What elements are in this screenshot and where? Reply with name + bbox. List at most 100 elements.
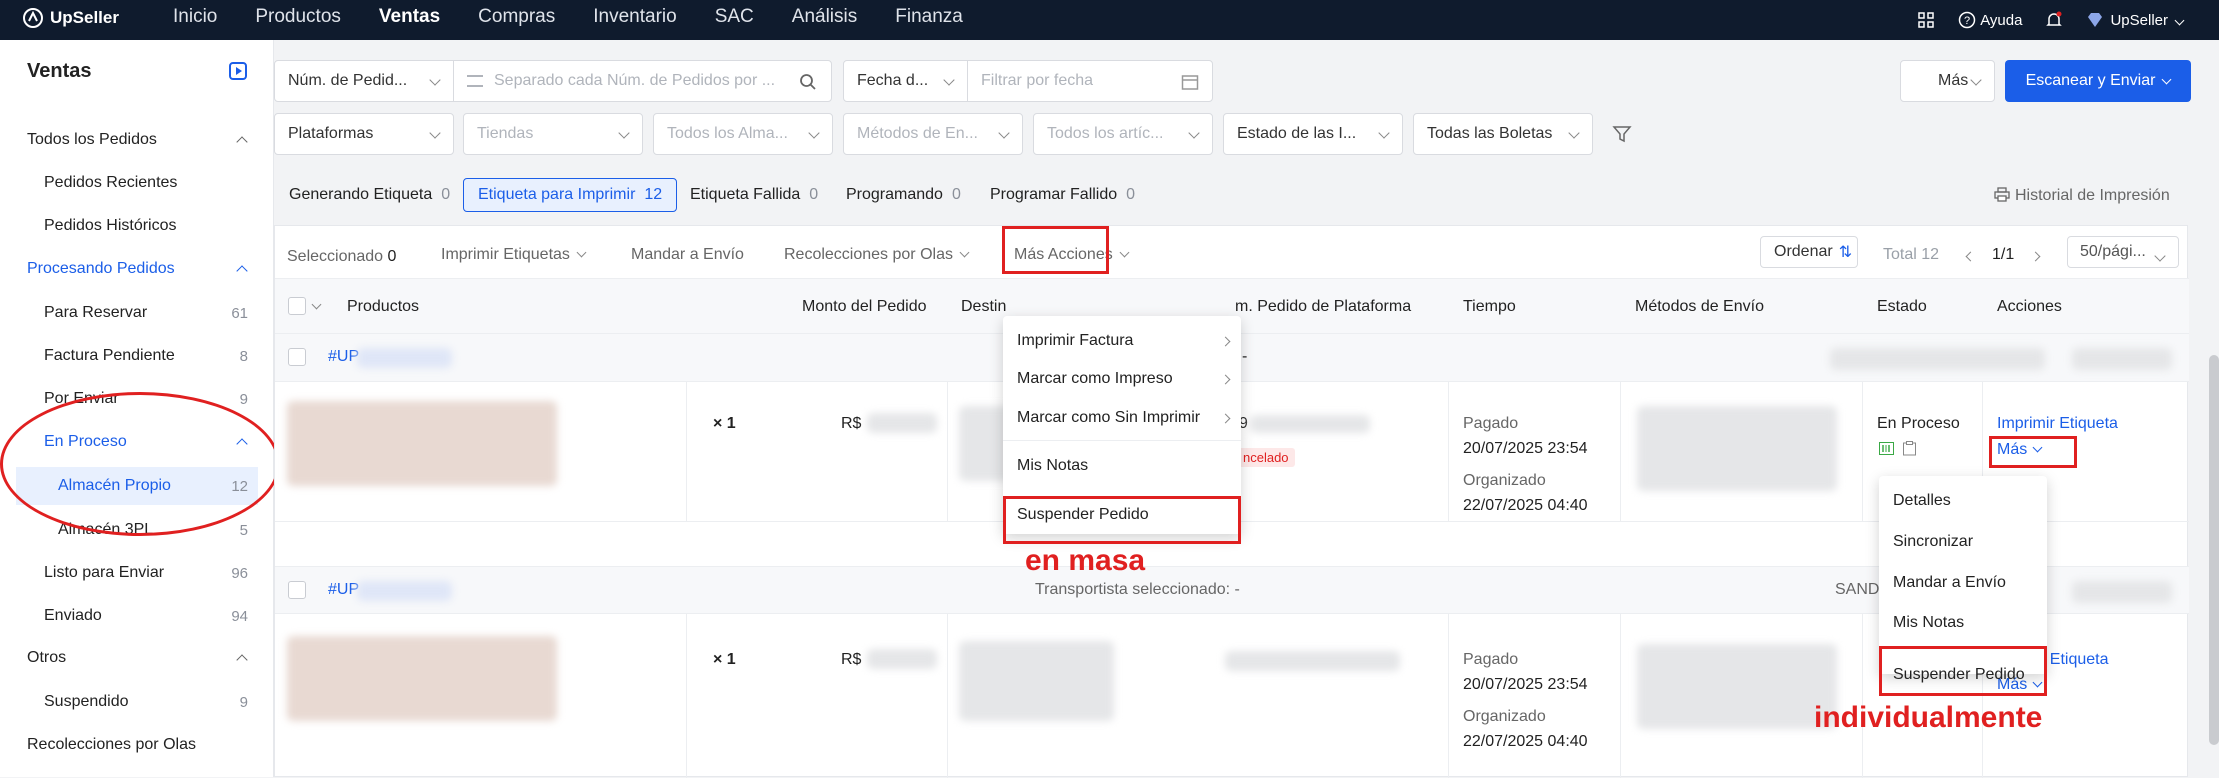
date-type-select[interactable]: Fecha d...	[843, 60, 968, 102]
print-label-link[interactable]: Imprimir Etiqueta	[1997, 415, 2118, 433]
annotation-ellipse	[0, 392, 280, 536]
menu-item-sincronizar[interactable]: Sincronizar	[1893, 533, 1973, 551]
menu-item-imprimir-factura[interactable]: Imprimir Factura	[1017, 332, 1133, 350]
scrollbar[interactable]	[2209, 355, 2219, 745]
filter-icon[interactable]	[1612, 124, 1632, 144]
wave-pickups-dropdown[interactable]: Recolecciones por Olas	[784, 246, 970, 264]
next-page-icon[interactable]	[2030, 251, 2041, 262]
upseller-logo-icon	[23, 8, 43, 28]
print-label-link[interactable]: r Etiqueta	[2040, 651, 2108, 669]
menu-item-mis-notas[interactable]: Mis Notas	[1893, 614, 1964, 632]
menu-item-mandar-envio[interactable]: Mandar a Envío	[1893, 574, 2006, 592]
status-text: En Proceso	[1877, 415, 1960, 432]
chevron-up-icon	[236, 136, 248, 148]
col-metodos-envio: Métodos de Envío	[1635, 298, 1764, 315]
items-select[interactable]: Todos los artíc...	[1033, 113, 1213, 155]
menu-item-marcar-impreso[interactable]: Marcar como Impreso	[1017, 370, 1173, 388]
select-all-checkbox[interactable]	[288, 297, 306, 315]
menu-item-mis-notas[interactable]: Mis Notas	[1017, 457, 1088, 475]
print-labels-dropdown[interactable]: Imprimir Etiquetas	[441, 246, 587, 264]
slips-select[interactable]: Todas las Boletas	[1413, 113, 1593, 155]
order-id-link[interactable]: #UP	[328, 581, 359, 599]
stores-select[interactable]: Tiendas	[463, 113, 643, 155]
nav-compras[interactable]: Compras	[478, 0, 555, 40]
platforms-select[interactable]: Plataformas	[274, 113, 454, 155]
sidebar-item-factura[interactable]: Factura Pendiente 8	[0, 337, 274, 375]
redacted-amount	[867, 413, 937, 433]
nav-productos[interactable]: Productos	[255, 0, 341, 40]
more-dropdown-button[interactable]: Más	[1900, 60, 1995, 102]
collapse-sidebar-icon[interactable]	[229, 62, 247, 80]
currency: R$	[841, 415, 862, 432]
sidebar-item-procesando[interactable]: Procesando Pedidos	[0, 250, 274, 288]
sidebar-item-recientes[interactable]: Pedidos Recientes	[0, 164, 274, 202]
sidebar-item-enviado[interactable]: Enviado 94	[0, 597, 274, 635]
sidebar-item-listo[interactable]: Listo para Enviar 96	[0, 554, 274, 592]
nav-finanza[interactable]: Finanza	[895, 0, 963, 40]
bell-icon[interactable]	[2046, 11, 2063, 29]
sidebar-item-recolecciones[interactable]: Recolecciones por Olas	[0, 726, 274, 764]
barcode-icon	[1879, 442, 1894, 455]
main-content: Núm. de Pedid... Separado cada Núm. de P…	[274, 40, 2219, 778]
sidebar-item-suspendido[interactable]: Suspendido 9	[0, 683, 274, 721]
chevron-right-icon	[1220, 336, 1231, 347]
date-filter-input[interactable]: Filtrar por fecha	[967, 60, 1213, 102]
chevron-down-icon	[959, 247, 970, 258]
redacted-shipping	[1637, 644, 1837, 729]
apps-grid-icon[interactable]	[1918, 12, 1934, 28]
search-icon	[800, 74, 816, 90]
menu-item-detalles[interactable]: Detalles	[1893, 492, 1951, 510]
top-nav: UpSeller Inicio Productos Ventas Compras…	[0, 0, 2219, 40]
warehouses-select[interactable]: Todos los Alma...	[653, 113, 833, 155]
redacted-info	[2072, 348, 2172, 370]
row-actions-menu: Detalles Sincronizar Mandar a Envío Mis …	[1879, 476, 2047, 683]
sort-button[interactable]: Ordenar ⇅	[1760, 236, 1858, 268]
nav-inventario[interactable]: Inventario	[593, 0, 676, 40]
print-history-link[interactable]: Historial de Impresión	[1994, 187, 2170, 205]
annotation-box-row-more	[1989, 436, 2077, 468]
shipping-methods-select[interactable]: Métodos de En...	[843, 113, 1023, 155]
sidebar-item-otros[interactable]: Otros	[0, 639, 274, 677]
user-menu[interactable]: UpSeller	[2086, 12, 2185, 29]
menu-item-marcar-sin-imprimir[interactable]: Marcar como Sin Imprimir	[1017, 409, 1200, 427]
currency: R$	[841, 651, 862, 668]
annotation-box-more-actions	[1002, 226, 1109, 274]
tab-para-imprimir[interactable]: Etiqueta para Imprimir 12	[463, 178, 678, 212]
svg-text:?: ?	[1964, 15, 1970, 27]
send-to-ship-button[interactable]: Mandar a Envío	[631, 246, 744, 264]
sidebar-item-todos[interactable]: Todos los Pedidos	[0, 121, 274, 159]
paid-time: 20/07/2025 23:54	[1463, 440, 1588, 457]
order-id-link[interactable]: #UP	[328, 348, 359, 366]
redacted-order-id	[357, 581, 452, 601]
tab-programar-fallido[interactable]: Programar Fallido 0	[976, 178, 1149, 212]
paid-label: Pagado	[1463, 651, 1519, 668]
tab-programando[interactable]: Programando 0	[832, 178, 975, 212]
tab-generando[interactable]: Generando Etiqueta 0	[275, 178, 464, 212]
order-checkbox[interactable]	[288, 581, 306, 599]
sidebar-item-historicos[interactable]: Pedidos Históricos	[0, 207, 274, 245]
order-number-search-input[interactable]: Separado cada Núm. de Pedidos por ...	[453, 60, 832, 102]
redacted-destination	[959, 641, 1114, 721]
nav-sac[interactable]: SAC	[715, 0, 754, 40]
calendar-icon	[1181, 75, 1199, 90]
sidebar-item-reservar[interactable]: Para Reservar 61	[0, 294, 274, 332]
chevron-right-icon	[1220, 374, 1231, 385]
selected-count: Seleccionado 0	[287, 248, 397, 265]
app-logo[interactable]: UpSeller	[22, 7, 119, 29]
help-link[interactable]: ? Ayuda	[1958, 11, 2022, 29]
redacted-info	[2072, 581, 2172, 603]
nav-ventas[interactable]: Ventas	[379, 0, 440, 40]
nav-analisis[interactable]: Análisis	[792, 0, 857, 40]
per-page-select[interactable]: 50/pági...	[2067, 236, 2179, 268]
cancelled-tag: ncelado	[1237, 448, 1295, 467]
order-number-type-select[interactable]: Núm. de Pedid...	[274, 60, 454, 102]
prev-page-icon[interactable]	[1965, 251, 1976, 262]
sidebar-title: Ventas	[27, 60, 92, 82]
scan-and-ship-button[interactable]: Escanear y Enviar	[2005, 60, 2191, 102]
nav-inicio[interactable]: Inicio	[173, 0, 217, 40]
tab-fallida[interactable]: Etiqueta Fallida 0	[676, 178, 832, 212]
order-checkbox[interactable]	[288, 348, 306, 366]
redacted-shipping	[1637, 406, 1837, 491]
label-state-select[interactable]: Estado de las I...	[1223, 113, 1403, 155]
chevron-down-icon	[2174, 15, 2185, 25]
